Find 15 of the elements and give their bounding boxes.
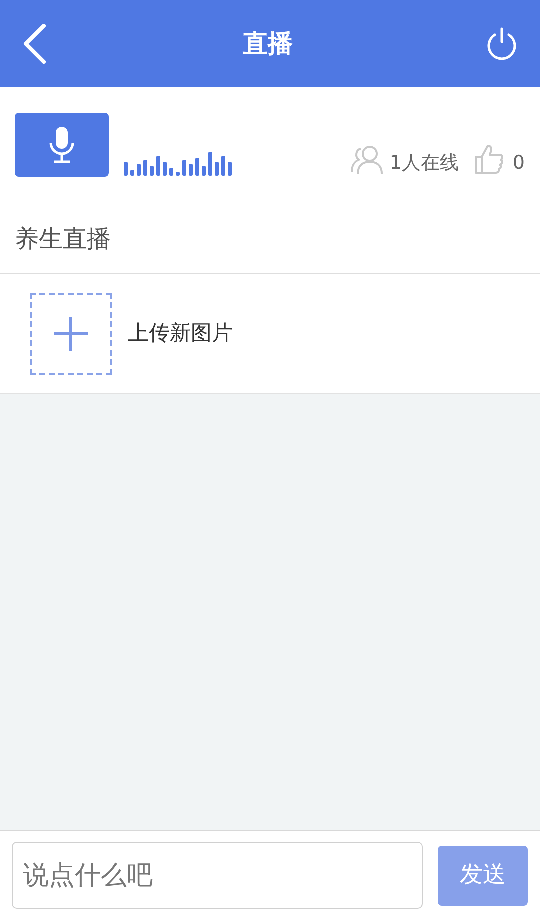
like-count: 0: [512, 150, 525, 176]
power-button[interactable]: [486, 26, 518, 62]
upload-button[interactable]: [30, 292, 112, 374]
online-count: 1人在线: [390, 150, 459, 176]
microphone-icon: [48, 125, 76, 165]
back-icon: [22, 24, 46, 64]
thumbs-up-icon: [472, 143, 505, 175]
users-icon: [350, 145, 384, 175]
microphone-button[interactable]: [15, 113, 109, 177]
section-title: 养生直播: [15, 225, 111, 253]
upload-label: 上传新图片: [128, 320, 233, 347]
message-input[interactable]: 说点什么吧: [12, 842, 423, 909]
page-title: 直播: [243, 28, 293, 60]
plus-icon: [54, 316, 88, 350]
power-icon: [486, 26, 518, 60]
